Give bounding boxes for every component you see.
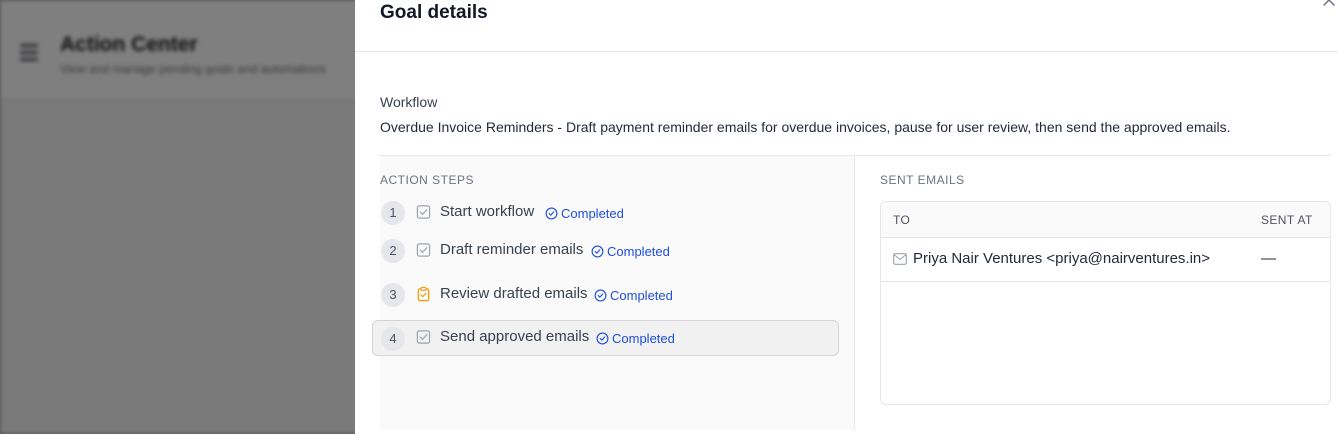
details-split: ACTION STEPS 1 Start workflow Completed [372, 155, 1331, 430]
sent-emails-section: SENT EMAILS TO SENT AT Priya Nair Ventur… [856, 156, 1331, 430]
sent-emails-heading: SENT EMAILS [880, 173, 965, 187]
mail-icon [893, 253, 907, 265]
check-circle-icon [591, 245, 604, 257]
column-header-sent-at: SENT AT [1261, 213, 1313, 227]
step-label: Send approved emails [440, 328, 590, 345]
email-sent-at: — [1261, 250, 1276, 267]
checkbox-icon [416, 205, 431, 219]
status-badge: Completed [594, 287, 673, 303]
clipboard-check-icon [417, 286, 430, 302]
action-steps-heading: ACTION STEPS [380, 173, 475, 187]
step-label: Review drafted emails [440, 285, 588, 302]
action-step[interactable]: 3 Review drafted emails Completed [372, 275, 839, 311]
status-text: Completed [610, 287, 673, 303]
step-number: 2 [381, 239, 405, 263]
action-step[interactable]: 2 Draft reminder emails Completed [372, 231, 839, 267]
workflow-description: Overdue Invoice Reminders - Draft paymen… [380, 119, 1231, 135]
status-badge: Completed [596, 330, 675, 346]
table-header: TO SENT AT [881, 202, 1330, 238]
status-badge: Completed [545, 205, 624, 221]
step-label: Start workflow [440, 203, 535, 220]
action-step[interactable]: 1 Start workflow Completed [372, 193, 839, 229]
table-row[interactable]: Priya Nair Ventures <priya@nairventures.… [881, 239, 1330, 282]
step-number: 1 [381, 201, 405, 225]
action-steps-section: ACTION STEPS 1 Start workflow Completed [372, 156, 855, 430]
step-number: 4 [381, 327, 405, 351]
goal-details-panel: Goal details Workflow Overdue Invoice Re… [355, 0, 1338, 434]
workflow-label: Workflow [380, 94, 438, 110]
checkbox-icon [416, 243, 431, 257]
column-header-to: TO [893, 213, 911, 227]
status-text: Completed [607, 243, 670, 259]
sent-emails-table: TO SENT AT Priya Nair Ventures <priya@na… [880, 201, 1331, 405]
status-text: Completed [561, 205, 624, 221]
check-circle-icon [545, 207, 558, 219]
close-button[interactable] [1322, 0, 1336, 7]
status-badge: Completed [591, 243, 670, 259]
panel-title: Goal details [380, 2, 488, 23]
step-label: Draft reminder emails [440, 241, 584, 258]
step-number: 3 [381, 283, 405, 307]
check-circle-icon [594, 289, 607, 301]
action-step-selected[interactable]: 4 Send approved emails Completed [372, 320, 839, 356]
panel-header: Goal details [355, 0, 1338, 52]
close-icon [1323, 0, 1335, 6]
checkbox-icon [416, 330, 431, 344]
check-circle-icon [596, 332, 609, 344]
status-text: Completed [612, 330, 675, 346]
email-recipient: Priya Nair Ventures <priya@nairventures.… [913, 250, 1211, 267]
